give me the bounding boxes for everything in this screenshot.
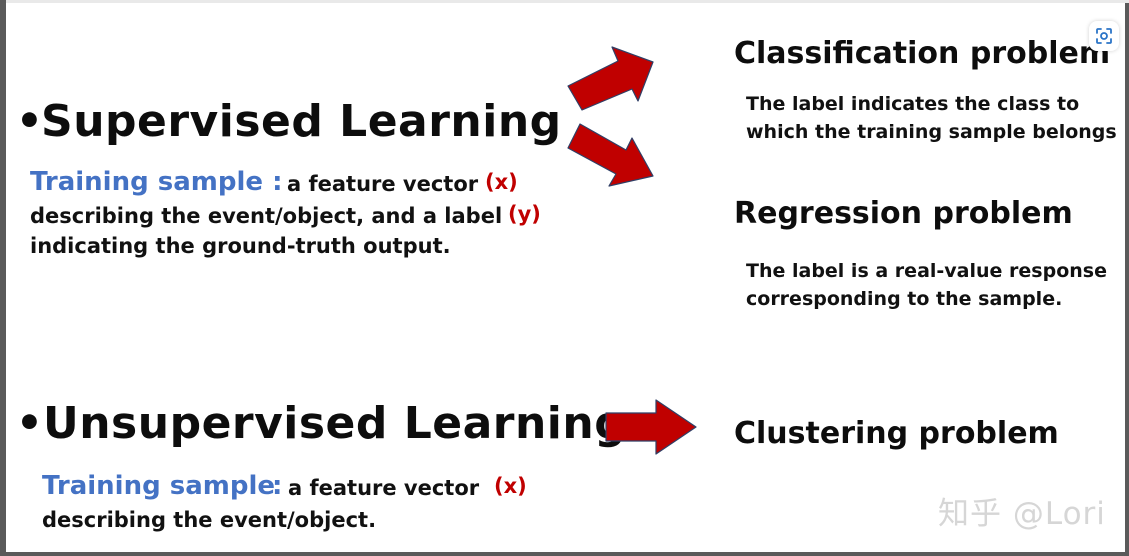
arrow-down-right-icon: [567, 123, 654, 187]
slide: • Supervised Learning Training sample : …: [0, 0, 1129, 556]
arrow-up-right-icon: [567, 46, 654, 111]
arrow-right-icon: [605, 399, 697, 455]
arrows-layer: [567, 46, 697, 455]
image-scan-button[interactable]: [1089, 21, 1119, 51]
scan-icon: [1096, 28, 1112, 44]
